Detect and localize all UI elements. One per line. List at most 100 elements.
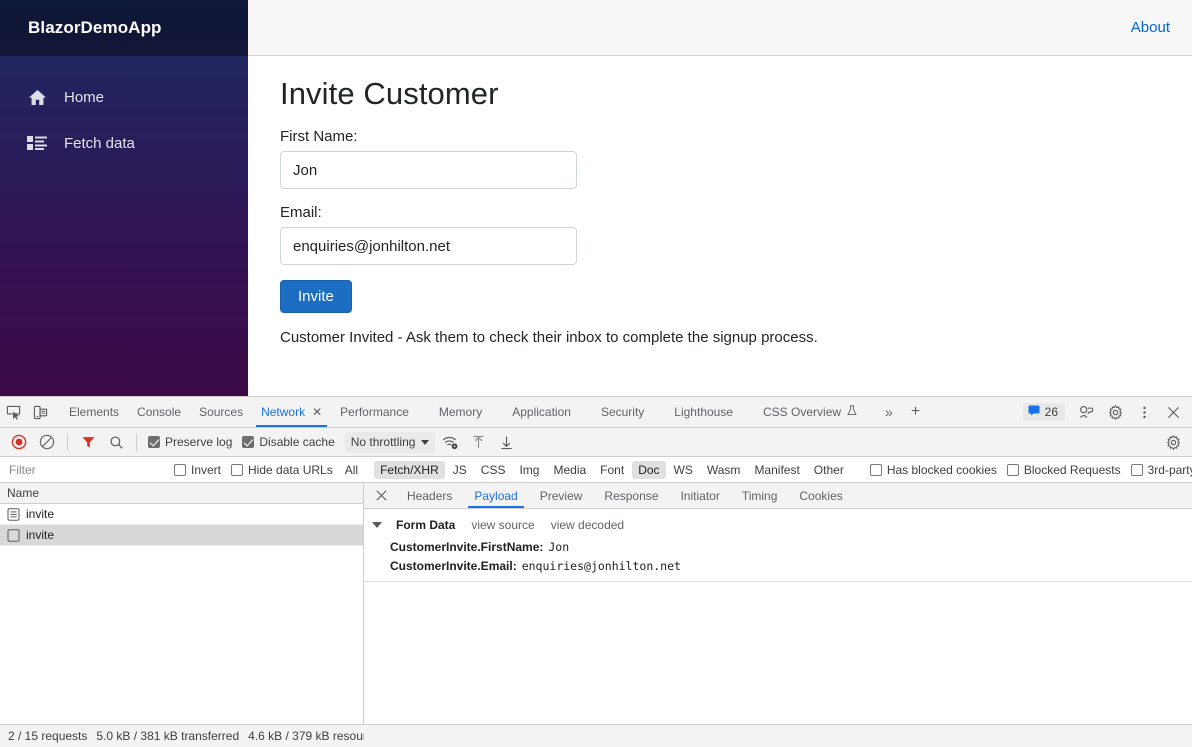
add-tab-label: + (910, 403, 921, 420)
tab-memory[interactable]: Memory (430, 397, 491, 427)
sidebar-item-home[interactable]: Home (0, 74, 248, 120)
email-input[interactable] (280, 227, 577, 265)
filter-type-manifest[interactable]: Manifest (748, 461, 805, 479)
tab-console[interactable]: Console (128, 397, 190, 427)
request-name: invite (26, 507, 55, 521)
invite-button[interactable]: Invite (280, 280, 352, 313)
tab-security-label: Security (600, 405, 645, 419)
inspect-element-icon[interactable] (0, 397, 27, 427)
detail-tab-initiator[interactable]: Initiator (669, 483, 730, 508)
table-row[interactable]: invite (0, 525, 363, 546)
browser-window: BlazorDemoApp Home Fetch data About Invi… (0, 0, 1192, 747)
expand-triangle-icon[interactable] (372, 522, 382, 528)
detail-tab-payload[interactable]: Payload (463, 483, 528, 508)
tab-sources[interactable]: Sources (190, 397, 252, 427)
tab-css-overview[interactable]: CSS Overview (754, 397, 866, 427)
form-data-row: CustomerInvite.Email: enquiries@jonhilto… (364, 556, 1192, 575)
disable-cache-checkbox[interactable]: Disable cache (242, 435, 335, 449)
toolbar-divider (67, 433, 68, 451)
view-decoded-link[interactable]: view decoded (551, 518, 624, 532)
invert-checkbox[interactable]: Invert (174, 463, 221, 477)
third-party-requests-checkbox[interactable]: 3rd-party requests (1130, 463, 1192, 477)
tab-lighthouse-label: Lighthouse (674, 405, 734, 419)
import-har-icon[interactable] (465, 431, 491, 454)
detail-tab-response[interactable]: Response (593, 483, 669, 508)
has-blocked-cookies-label: Has blocked cookies (886, 462, 997, 477)
sidebar-item-home-label: Home (64, 88, 105, 106)
form-data-value: enquiries@jonhilton.net (521, 558, 681, 573)
filter-type-other[interactable]: Other (808, 461, 850, 479)
filter-type-img[interactable]: Img (513, 461, 545, 479)
tab-network-close-icon[interactable]: ✕ (312, 406, 322, 418)
recorder-icon[interactable] (1073, 405, 1100, 419)
invite-status-message: Customer Invited - Ask them to check the… (280, 329, 818, 346)
network-status-bar: 2 / 15 requests 5.0 kB / 381 kB transferr… (0, 724, 1192, 747)
throttling-select[interactable]: No throttling (344, 431, 436, 453)
hide-data-urls-checkbox-box (231, 463, 244, 476)
filter-type-js[interactable]: JS (447, 461, 473, 479)
request-detail-pane: Headers Payload Preview Response Initiat… (364, 483, 1192, 724)
filter-type-all[interactable]: All (339, 461, 364, 479)
tab-memory-label: Memory (438, 405, 483, 419)
export-har-icon[interactable] (493, 431, 519, 454)
devtools-close-icon[interactable] (1160, 405, 1187, 420)
more-tabs-button[interactable]: » (876, 397, 902, 427)
transferred-size: 5.0 kB / 381 kB transferred (96, 729, 240, 743)
table-row[interactable]: invite (0, 504, 363, 525)
filter-type-css[interactable]: CSS (475, 461, 512, 479)
preserve-log-label: Preserve log (165, 435, 233, 449)
message-bubble-icon (1028, 405, 1040, 419)
filter-type-fetch-xhr[interactable]: Fetch/XHR (374, 460, 445, 479)
tab-elements[interactable]: Elements (60, 397, 128, 427)
form-data-value: Jon (548, 539, 570, 554)
view-source-link[interactable]: view source (471, 518, 534, 532)
filter-type-ws[interactable]: WS (668, 461, 699, 479)
tab-application[interactable]: Application (503, 397, 580, 427)
network-conditions-icon[interactable] (437, 431, 463, 454)
filter-input[interactable] (4, 459, 166, 480)
message-count-badge[interactable]: 26 (1022, 403, 1065, 421)
clear-button-icon[interactable] (34, 431, 60, 454)
blocked-requests-label: Blocked Requests (1023, 462, 1121, 477)
first-name-input[interactable] (280, 151, 577, 189)
about-link[interactable]: About (1131, 19, 1170, 36)
toolbar-divider-2 (136, 433, 137, 451)
tab-security[interactable]: Security (592, 397, 653, 427)
detail-tab-preview[interactable]: Preview (529, 483, 594, 508)
network-settings-gear-icon[interactable] (1160, 431, 1186, 454)
device-toolbar-icon[interactable] (27, 397, 54, 427)
experiment-flask-icon (847, 405, 857, 419)
filter-funnel-icon[interactable] (75, 431, 101, 454)
sidebar-item-fetch-data[interactable]: Fetch data (0, 120, 248, 166)
record-button-icon[interactable] (6, 431, 32, 454)
has-blocked-cookies-checkbox[interactable]: Has blocked cookies (869, 462, 997, 477)
tab-network[interactable]: Network ✕ (252, 397, 331, 427)
hide-data-urls-checkbox[interactable]: Hide data URLs (231, 463, 333, 477)
devtools-settings-gear-icon[interactable] (1102, 404, 1129, 420)
invert-label: Invert (191, 462, 222, 477)
detail-tab-timing[interactable]: Timing (731, 483, 789, 508)
filter-type-font[interactable]: Font (594, 461, 630, 479)
filter-type-media[interactable]: Media (547, 461, 592, 479)
web-page-viewport: BlazorDemoApp Home Fetch data About Invi… (0, 0, 1192, 396)
detail-tab-headers[interactable]: Headers (396, 483, 463, 508)
brand-header[interactable]: BlazorDemoApp (0, 0, 248, 56)
disable-cache-label: Disable cache (259, 435, 335, 449)
filter-type-doc[interactable]: Doc (632, 460, 666, 479)
sidebar-nav: Home Fetch data (0, 56, 248, 166)
add-tab-button[interactable]: + (902, 397, 929, 427)
tab-performance[interactable]: Performance (331, 397, 418, 427)
tab-lighthouse[interactable]: Lighthouse (665, 397, 742, 427)
request-name: invite (26, 528, 55, 542)
search-icon[interactable] (103, 431, 129, 454)
list-icon (26, 132, 48, 154)
detail-tab-cookies[interactable]: Cookies (788, 483, 853, 508)
request-detail-tabs: Headers Payload Preview Response Initiat… (364, 483, 1192, 509)
devtools-more-menu-icon[interactable] (1131, 405, 1158, 420)
preserve-log-checkbox[interactable]: Preserve log (148, 435, 232, 449)
filter-type-wasm[interactable]: Wasm (701, 461, 747, 479)
payload-divider (364, 581, 1192, 582)
form-data-key: CustomerInvite.FirstName: (390, 539, 544, 554)
close-detail-icon[interactable] (366, 483, 396, 508)
blocked-requests-checkbox[interactable]: Blocked Requests (1006, 462, 1121, 477)
